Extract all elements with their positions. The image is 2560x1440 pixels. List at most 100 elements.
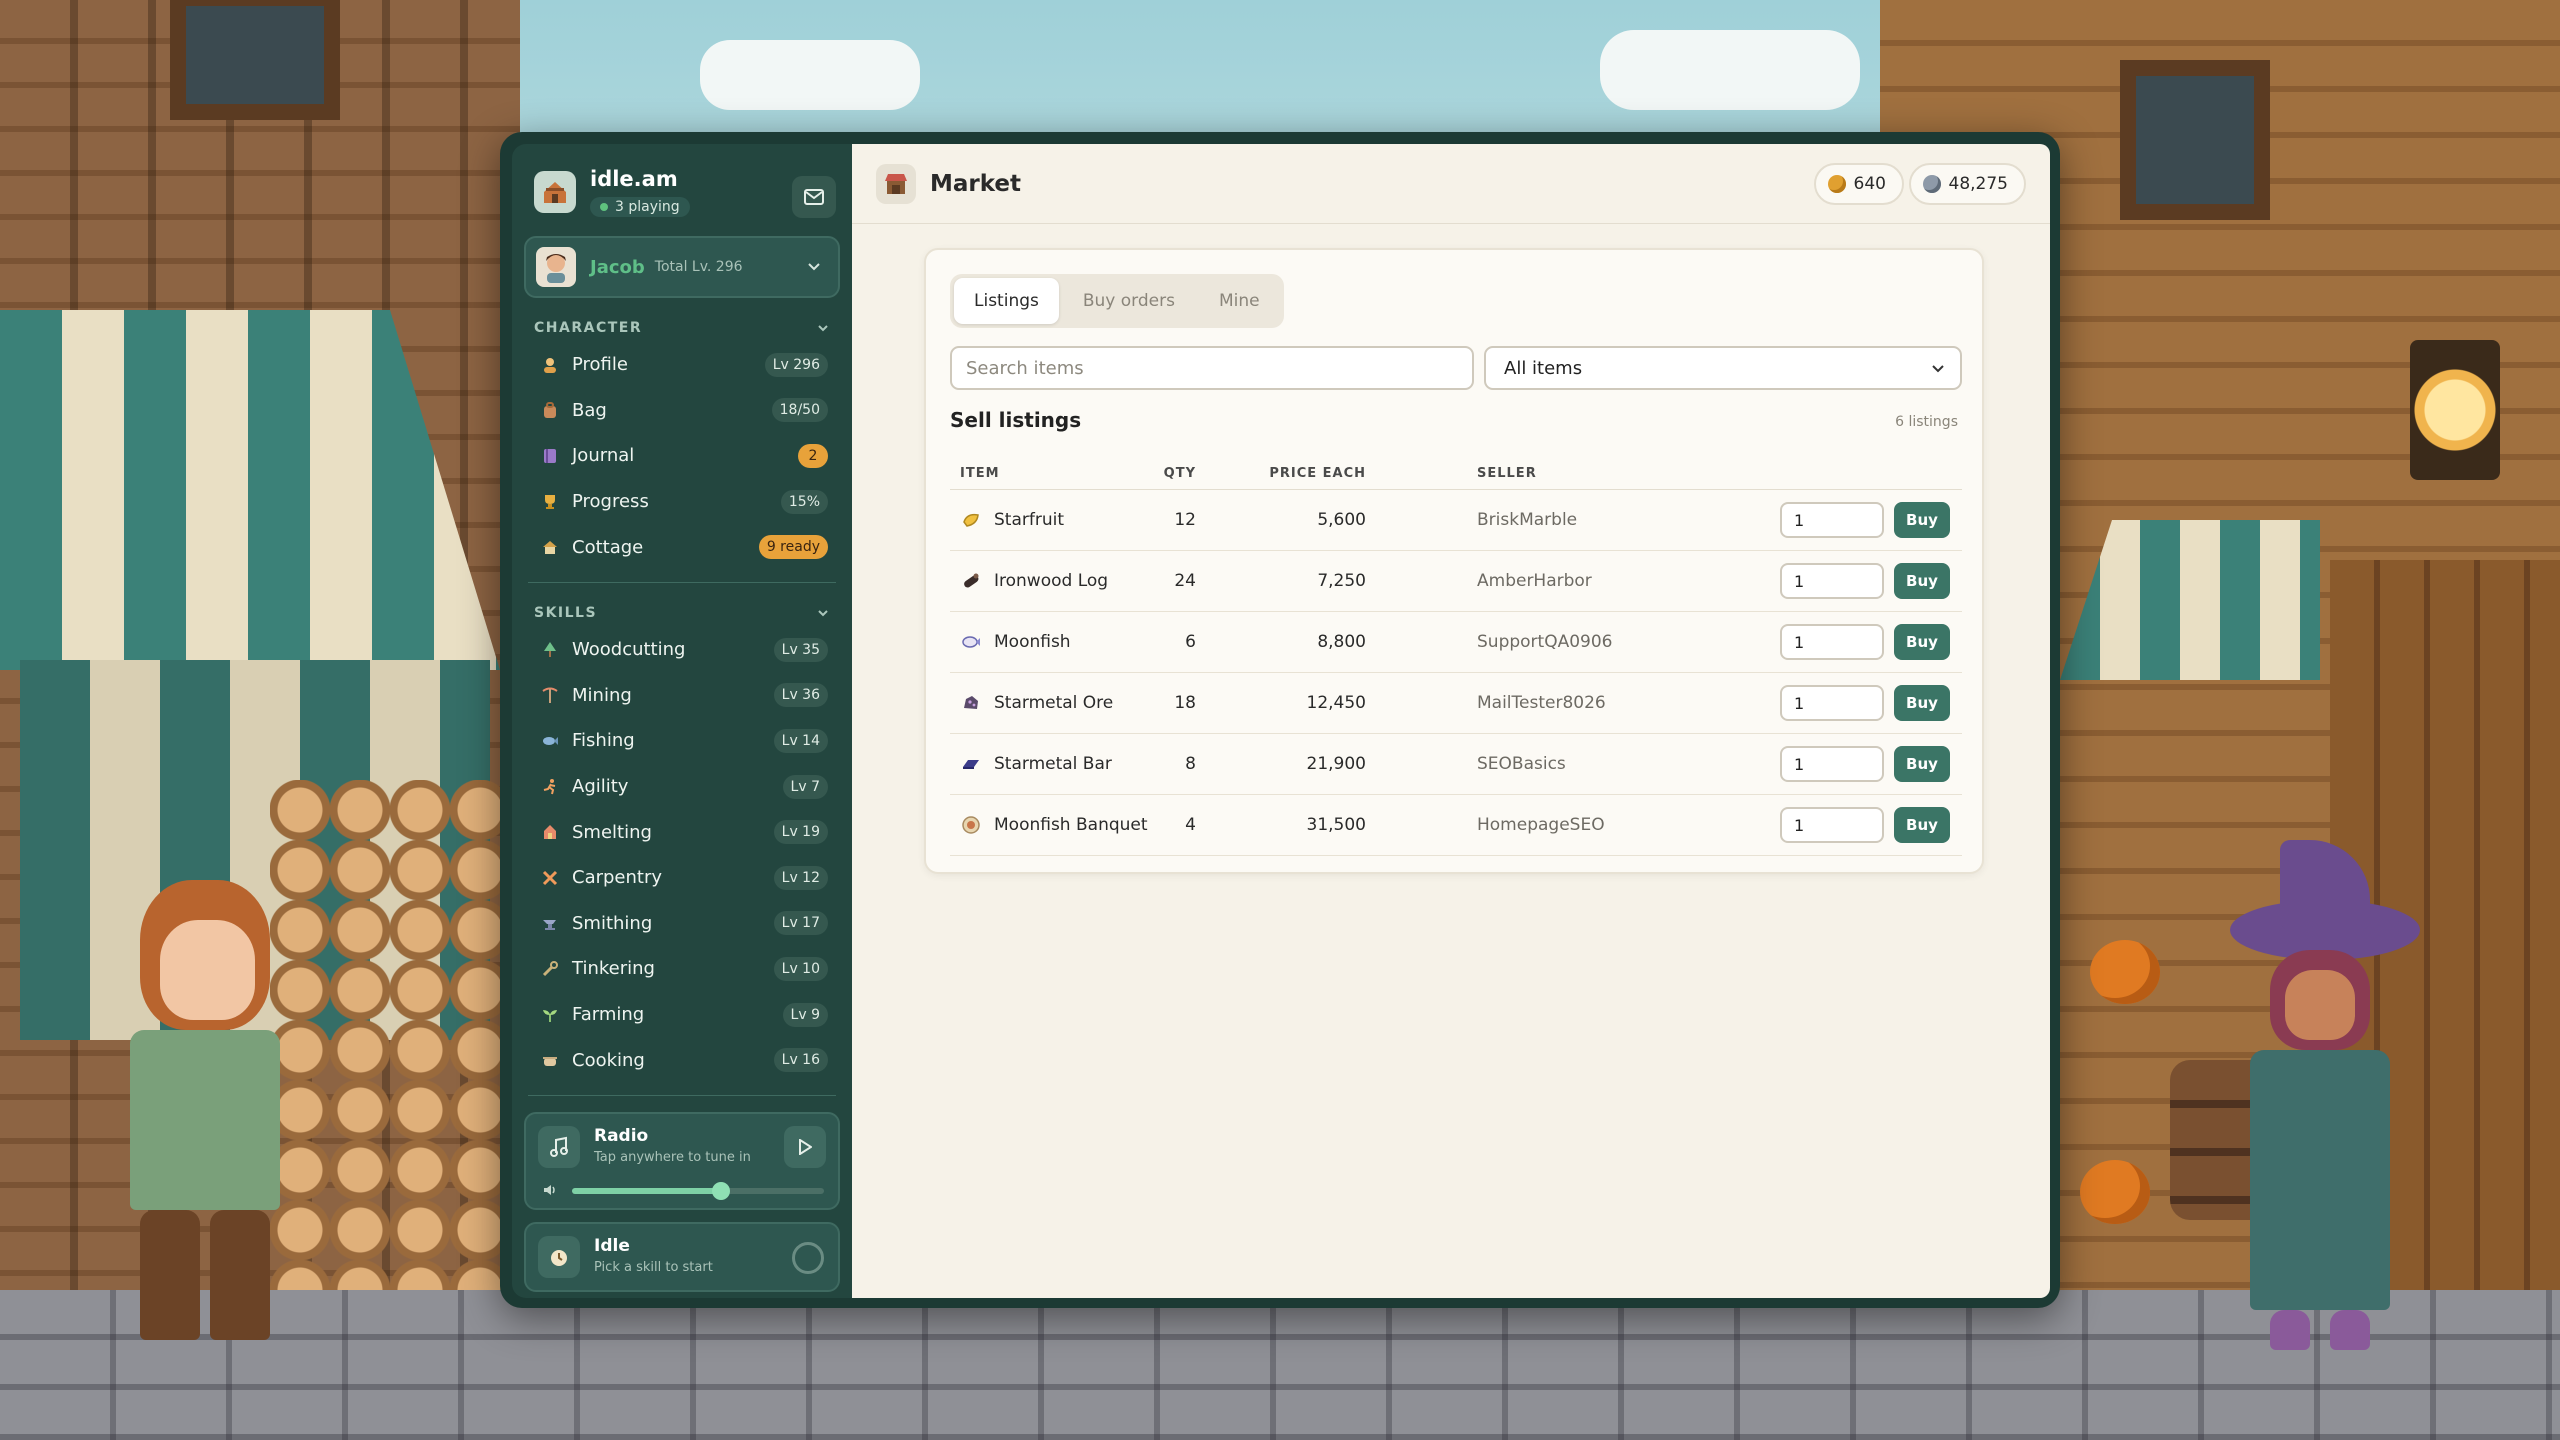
character-selector[interactable]: Jacob Total Lv. 296 [524,236,840,298]
idle-status-widget[interactable]: Idle Pick a skill to start [524,1222,840,1292]
game-window: idle.am 3 playing Jacob Total Lv. 296 CH… [500,132,2060,1308]
skills-section-header[interactable]: SKILLS [534,605,830,621]
skills-nav: Woodcutting Lv 35 Mining Lv 36 Fishing Lv 14 A… [524,627,840,1083]
search-input[interactable] [950,346,1474,390]
nav-label: Smelting [572,821,652,843]
players-online-badge: 3 playing [590,197,690,217]
item-qty: 18 [1174,693,1196,713]
market-stall-icon [876,163,916,204]
radio-widget[interactable]: Radio Tap anywhere to tune in [524,1112,840,1210]
buy-quantity-input[interactable] [1780,746,1884,782]
person-icon [538,353,562,377]
seller-name: HomepageSEO [1477,815,1605,835]
page-title: Market [930,170,1022,197]
item-price: 31,500 [1306,815,1366,835]
sidebar-skill-carpentry[interactable]: Carpentry Lv 12 [524,855,840,901]
play-button[interactable] [784,1126,826,1168]
nav-badge: 15% [780,489,828,514]
nav-badge: Lv 36 [773,683,828,708]
sidebar-skill-farming[interactable]: Farming Lv 9 [524,992,840,1038]
item-name: Moonfish [994,632,1071,652]
chevron-down-icon [808,263,820,271]
character-total-level: Total Lv. 296 [654,259,743,275]
table-row: Ironwood Log 24 7,250 AmberHarbor Buy [950,551,1962,612]
character-section-header[interactable]: CHARACTER [534,320,830,336]
buy-quantity-input[interactable] [1780,685,1884,721]
nav-label: Mining [572,684,632,706]
item-price: 12,450 [1306,693,1366,713]
radio-title: Radio [594,1126,649,1146]
table-row: Starmetal Ore 18 12,450 MailTester8026 Buy [950,673,1962,734]
sidebar-item-progress[interactable]: Progress 15% [524,479,840,525]
tab-mine[interactable]: Mine [1199,278,1280,324]
topbar: Market 640 48,275 [852,144,2050,224]
table-row: Moonfish 6 8,800 SupportQA0906 Buy [950,612,1962,673]
nav-badge: Lv 35 [773,637,828,662]
witch-character [2210,840,2430,1360]
market-tabs: Listings Buy orders Mine [950,274,1284,328]
cloud [700,40,920,110]
category-filter-select[interactable]: All items [1484,346,1962,390]
buy-button[interactable]: Buy [1894,685,1950,721]
sidebar-skill-cooking[interactable]: Cooking Lv 16 [524,1037,840,1083]
nav-badge: Lv 12 [773,865,828,890]
fish-icon [960,631,982,653]
buy-button[interactable]: Buy [1894,502,1950,538]
sidebar-skill-woodcutting[interactable]: Woodcutting Lv 35 [524,627,840,673]
character-name: Jacob [590,256,645,278]
nav-label: Farming [572,1004,645,1026]
idle-title: Idle [594,1236,630,1256]
sidebar-skill-smelting[interactable]: Smelting Lv 19 [524,809,840,855]
sidebar-skill-smithing[interactable]: Smithing Lv 17 [524,901,840,947]
sidebar-skill-fishing[interactable]: Fishing Lv 14 [524,718,840,764]
table-row: Starfruit 12 5,600 BriskMarble Buy [950,490,1962,551]
buy-quantity-input[interactable] [1780,502,1884,538]
buy-button[interactable]: Buy [1894,624,1950,660]
buy-button[interactable]: Buy [1894,563,1950,599]
pot-icon [538,1048,562,1072]
app-title: idle.am [590,167,678,191]
buy-quantity-input[interactable] [1780,624,1884,660]
nav-badge: Lv 14 [773,728,828,753]
cloud [1600,30,1860,110]
divider [528,1094,836,1096]
gold-balance: 640 [1813,163,1904,205]
sidebar-skill-mining[interactable]: Mining Lv 36 [524,673,840,719]
item-name: Starmetal Ore [994,693,1114,713]
starfruit-icon [960,509,982,531]
nav-badge: 2 [798,443,828,468]
buy-quantity-input[interactable] [1780,807,1884,843]
music-note-icon [538,1126,580,1168]
column-price: PRICE EACH [1269,466,1366,481]
lantern [2410,340,2500,480]
sidebar-skill-agility[interactable]: Agility Lv 7 [524,764,840,810]
tab-buy-orders[interactable]: Buy orders [1063,278,1195,324]
listings-title: Sell listings [950,408,1082,432]
mail-button[interactable] [792,176,836,218]
bag-icon [538,398,562,422]
sidebar-item-profile[interactable]: Profile Lv 296 [524,342,840,388]
play-icon [799,1139,812,1155]
buy-button[interactable]: Buy [1894,746,1950,782]
sidebar-skill-tinkering[interactable]: Tinkering Lv 10 [524,946,840,992]
nav-label: Cottage [572,536,644,558]
idle-timer-icon [538,1236,580,1278]
volume-slider-handle[interactable] [711,1182,730,1200]
sidebar-item-cottage[interactable]: Cottage 9 ready [524,524,840,570]
category-filter-value: All items [1504,357,1583,379]
banquet-icon [960,814,982,836]
item-price: 7,250 [1317,571,1366,591]
sidebar-item-bag[interactable]: Bag 18/50 [524,388,840,434]
buy-quantity-input[interactable] [1780,563,1884,599]
item-qty: 4 [1185,815,1196,835]
house-logo-icon [534,171,576,213]
bar-icon [960,753,982,775]
item-price: 5,600 [1317,510,1366,530]
buy-button[interactable]: Buy [1894,807,1950,843]
idle-subtitle: Pick a skill to start [594,1260,713,1275]
pumpkin [2080,1160,2150,1224]
tab-listings[interactable]: Listings [954,278,1059,324]
nav-badge: Lv 7 [782,774,828,799]
volume-slider[interactable] [572,1182,824,1200]
sidebar-item-journal[interactable]: Journal 2 [524,433,840,479]
